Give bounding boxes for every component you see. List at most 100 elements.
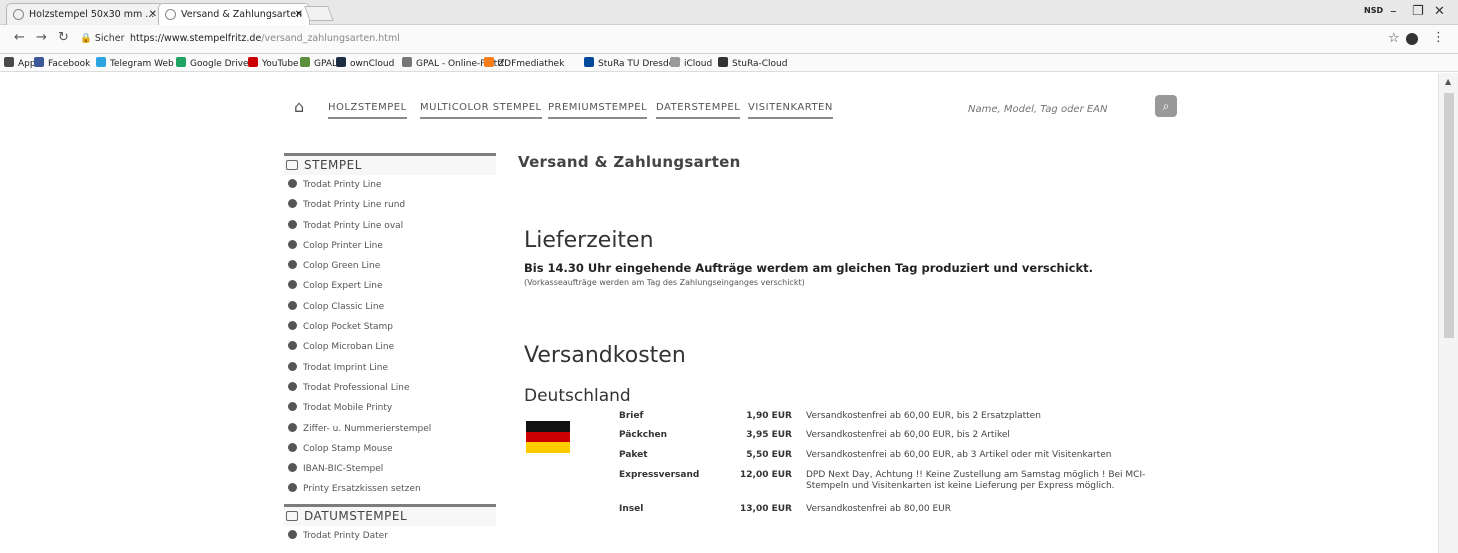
close-tab-icon[interactable]: ✕: [149, 4, 157, 25]
bookmark-zdfmediathek[interactable]: ZDFmediathek: [484, 57, 564, 69]
sidebar-item-label: Trodat Professional Line: [303, 382, 410, 393]
sidebar-item-trodat-printy-line[interactable]: Trodat Printy Line: [284, 175, 496, 195]
sidebar-heading-stempel[interactable]: STEMPEL: [284, 153, 496, 175]
bookmark-facebook[interactable]: Facebook: [34, 57, 90, 69]
browser-menu-icon[interactable]: ⋮: [1432, 30, 1445, 45]
sidebar-item-colop-expert-line[interactable]: Colop Expert Line: [284, 276, 496, 296]
maximize-icon[interactable]: ❐: [1412, 4, 1424, 19]
search-input[interactable]: [968, 99, 1148, 119]
shipping-category: Päckchen: [619, 430, 668, 440]
bookmark-label: ownCloud: [350, 59, 395, 69]
lieferzeiten-heading: Lieferzeiten: [524, 228, 654, 253]
sidebar-item-colop-green-line[interactable]: Colop Green Line: [284, 256, 496, 276]
sidebar-item-label: Colop Classic Line: [303, 301, 385, 312]
sidebar-item-colop-stamp-mouse[interactable]: Colop Stamp Mouse: [284, 439, 496, 459]
sidebar-item-trodat-printy-dater[interactable]: Trodat Printy Dater: [284, 526, 496, 546]
bookmark-label: Telegram Web: [110, 59, 174, 69]
bookmark-icloud[interactable]: iCloud: [670, 57, 712, 69]
forward-arrow-icon[interactable]: →: [36, 30, 47, 45]
user-profile-badge[interactable]: NSD: [1364, 6, 1383, 15]
nav-daterstempel[interactable]: DATERSTEMPEL: [656, 102, 741, 119]
shipping-info: DPD Next Day, Achtung !! Keine Zustellun…: [806, 470, 1146, 491]
back-arrow-icon[interactable]: ←: [14, 30, 25, 45]
sidebar-item-colop-pocket-stamp[interactable]: Colop Pocket Stamp: [284, 317, 496, 337]
extension-icon[interactable]: [1406, 33, 1418, 45]
nav-visitenkarten[interactable]: VISITENKARTEN: [748, 102, 833, 119]
shipping-price: 13,00 EUR: [740, 504, 792, 514]
bullet-icon: [288, 239, 297, 249]
category-icon: [286, 510, 298, 521]
sidebar-heading-datumstempel[interactable]: DATUMSTEMPEL: [284, 503, 496, 526]
scroll-thumb[interactable]: [1444, 93, 1454, 338]
bullet-icon: [288, 199, 297, 209]
bookmark-youtube[interactable]: YouTube: [248, 57, 299, 69]
secure-indicator[interactable]: 🔒 Sicher: [80, 33, 125, 44]
bookmark-icon: [336, 57, 346, 67]
sidebar-item-colop-classic-line[interactable]: Colop Classic Line: [284, 297, 496, 317]
sidebar-item-trodat-printy-line-rund[interactable]: Trodat Printy Line rund: [284, 195, 496, 215]
bookmark-owncloud[interactable]: ownCloud: [336, 57, 394, 69]
sidebar-item-printy-ersatzkissen-setzen[interactable]: Printy Ersatzkissen setzen: [284, 479, 496, 499]
bullet-icon: [288, 341, 297, 351]
sidebar-item-trodat-professional-line[interactable]: Trodat Professional Line: [284, 378, 496, 398]
nav-multicolor-stempel[interactable]: MULTICOLOR STEMPEL: [420, 102, 542, 119]
sidebar-item-trodat-printy-line-oval[interactable]: Trodat Printy Line oval: [284, 216, 496, 236]
secure-label: Sicher: [94, 33, 125, 44]
sidebar-item-label: Trodat Printy Line oval: [303, 220, 404, 231]
new-tab-button[interactable]: [304, 6, 334, 21]
versandkosten-heading: Versandkosten: [524, 343, 686, 368]
bullet-icon: [288, 463, 297, 473]
browser-tab-versand[interactable]: Versand & Zahlungsarten ✕: [158, 3, 310, 25]
page-scrollbar[interactable]: ▲: [1438, 73, 1458, 553]
sidebar-item-label: Colop Pocket Stamp: [303, 322, 393, 333]
bookmark-star-icon[interactable]: ☆: [1388, 31, 1400, 46]
browser-tab-bar: Holzstempel 50x30 mm ... ✕ Versand & Zah…: [0, 0, 1458, 25]
sidebar-item-trodat-mobile-printy[interactable]: Trodat Mobile Printy: [284, 398, 496, 418]
bullet-icon: [288, 529, 297, 539]
home-icon[interactable]: ⌂: [294, 97, 304, 116]
sidebar-item-colop-microban-line[interactable]: Colop Microban Line: [284, 337, 496, 357]
bullet-icon: [288, 321, 297, 331]
stamp-favicon-icon: [13, 9, 24, 20]
nav-holzstempel[interactable]: HOLZSTEMPEL: [328, 102, 407, 119]
bookmark-gpal[interactable]: GPAL: [300, 57, 337, 69]
shipping-price: 1,90 EUR: [746, 411, 792, 421]
sidebar-heading-label: STEMPEL: [304, 158, 362, 172]
bookmark-telegram-web[interactable]: Telegram Web: [96, 57, 174, 69]
bullet-icon: [288, 300, 297, 310]
sidebar-item-iban-bic-stempel[interactable]: IBAN-BIC-Stempel: [284, 459, 496, 479]
sidebar-item-colop-printer-line[interactable]: Colop Printer Line: [284, 236, 496, 256]
bookmark-stura-cloud[interactable]: StuRa-Cloud: [718, 57, 787, 69]
bookmark-stura-tu-dresden[interactable]: StuRa TU Dresden: [584, 57, 680, 69]
sidebar-item-trodat-imprint-line[interactable]: Trodat Imprint Line: [284, 358, 496, 378]
shipping-category: Expressversand: [619, 470, 700, 480]
sidebar-heading-label: DATUMSTEMPEL: [304, 508, 408, 523]
browser-tab-holzstempel[interactable]: Holzstempel 50x30 mm ... ✕: [6, 3, 164, 25]
bookmark-icon: [34, 57, 44, 67]
bookmark-google-drive[interactable]: Google Drive: [176, 57, 249, 69]
sidebar-item-ziffer-u-nummerierstempel[interactable]: Ziffer- u. Nummerierstempel: [284, 419, 496, 439]
search-icon[interactable]: ⌕: [1155, 95, 1177, 117]
category-sidebar: STEMPEL Trodat Printy Line Trodat Printy …: [284, 153, 496, 546]
close-tab-icon[interactable]: ✕: [295, 4, 303, 25]
minimize-icon[interactable]: –: [1390, 4, 1397, 19]
close-window-icon[interactable]: ✕: [1434, 4, 1445, 19]
bookmark-icon: [300, 57, 310, 67]
shipping-price: 5,50 EUR: [746, 450, 792, 460]
reload-icon[interactable]: ↻: [58, 30, 69, 45]
germany-flag-icon: [526, 421, 570, 453]
shipping-category: Brief: [619, 411, 644, 421]
scroll-up-icon[interactable]: ▲: [1445, 77, 1451, 86]
tab-title: Versand & Zahlungsarten: [181, 9, 303, 20]
bookmark-label: Facebook: [48, 59, 91, 69]
bullet-icon: [288, 442, 297, 452]
url-field[interactable]: https://www.stempelfritz.de/versand_zahl…: [130, 33, 400, 44]
bullet-icon: [288, 280, 297, 290]
shipping-info: Versandkostenfrei ab 60,00 EUR, bis 2 Er…: [806, 411, 1041, 421]
lieferzeiten-lead: Bis 14.30 Uhr eingehende Aufträge werdem…: [524, 261, 1094, 275]
bullet-icon: [288, 483, 297, 493]
nav-premiumstempel[interactable]: PREMIUMSTEMPEL: [548, 102, 648, 119]
sidebar-item-label: Colop Green Line: [303, 261, 381, 272]
country-heading: Deutschland: [524, 386, 631, 406]
sidebar-item-label: IBAN-BIC-Stempel: [303, 464, 384, 475]
